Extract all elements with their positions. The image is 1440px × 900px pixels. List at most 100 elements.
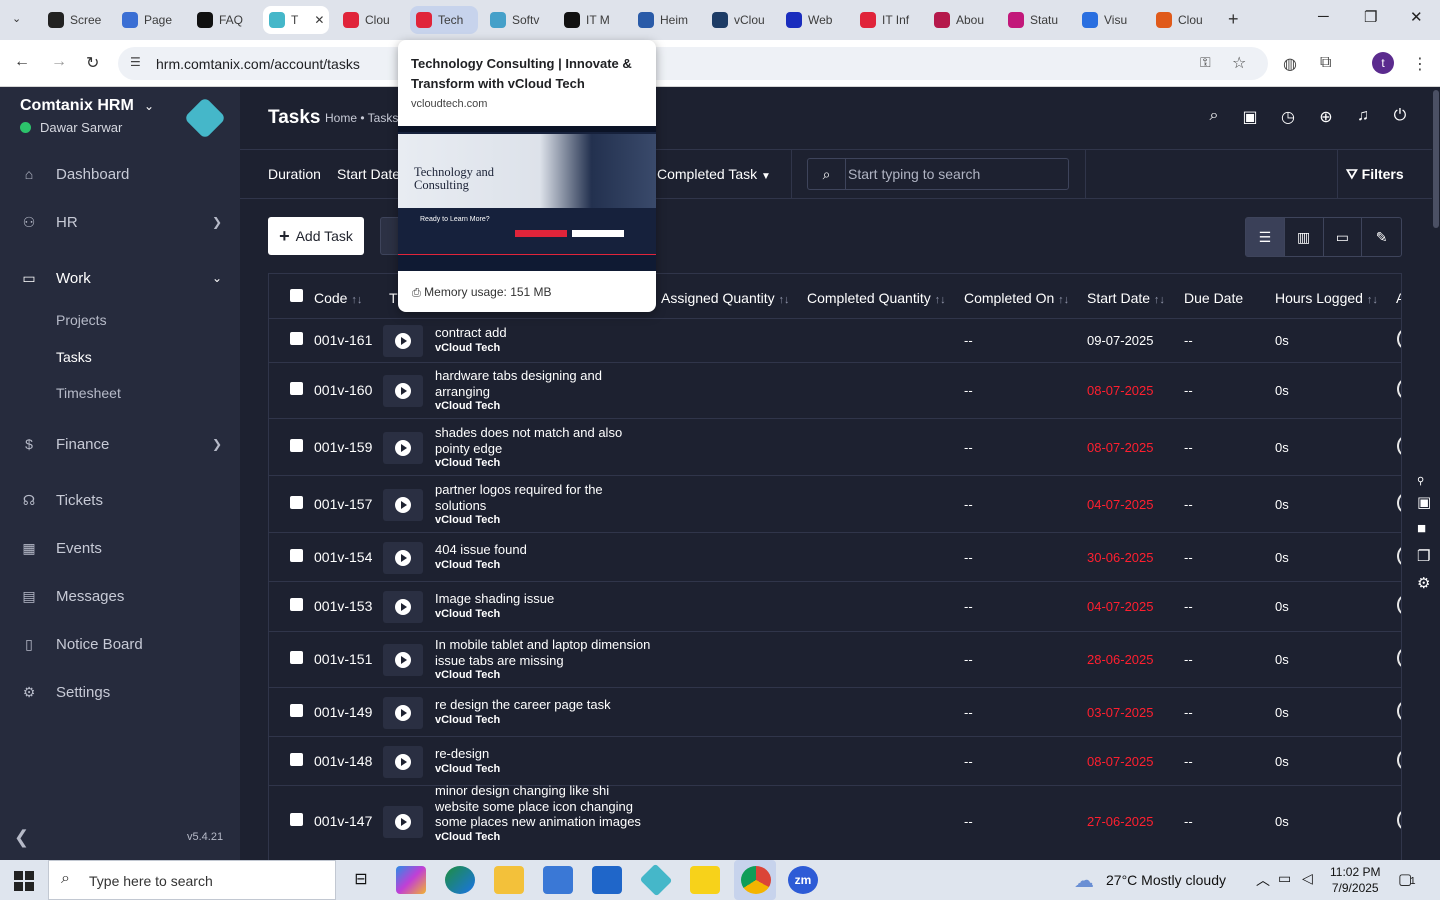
table-row[interactable]: 001v-147 minor design changing like shi w… [269, 783, 1401, 857]
show-hidden-icons-icon[interactable]: ︿ [1256, 870, 1270, 890]
browser-tab[interactable]: vClou [706, 6, 774, 34]
camera-icon[interactable]: ▣ [1417, 493, 1431, 511]
close-window-icon[interactable]: ✕ [1410, 8, 1423, 26]
table-row[interactable]: 001v-160 hardware tabs designing and arra… [269, 362, 1401, 418]
weather-text[interactable]: 27°C Mostly cloudy [1106, 872, 1226, 888]
start-timer-button[interactable] [383, 806, 423, 838]
sidebar-item-hr[interactable]: ⚇ HR ❯ [0, 202, 240, 242]
sidebar-subitem-tasks[interactable]: Tasks [56, 349, 92, 365]
search-icon[interactable]: ⌕ [1204, 107, 1224, 127]
zoom-icon[interactable]: zm [788, 866, 818, 894]
minimize-icon[interactable]: ─ [1318, 8, 1329, 25]
task-project[interactable]: vCloud Tech [435, 607, 655, 623]
browser-tab[interactable]: Heim [632, 6, 700, 34]
back-icon[interactable]: ← [14, 53, 30, 71]
task-code[interactable]: 001v-149 [314, 704, 372, 720]
start-timer-button[interactable] [383, 325, 423, 357]
list-view-icon[interactable]: ☰ [1246, 218, 1285, 256]
menu-kebab-icon[interactable]: ⋮ [1412, 54, 1428, 74]
browser-tab[interactable]: Tech [410, 6, 478, 34]
search-icon[interactable]: ⌕ [808, 159, 846, 189]
select-all-checkbox[interactable] [290, 289, 303, 302]
task-name[interactable]: re-design vCloud Tech [435, 746, 655, 777]
task-code[interactable]: 001v-153 [314, 598, 372, 614]
column-header-task[interactable]: T [389, 290, 398, 306]
chrome-icon[interactable] [741, 866, 771, 894]
video-icon[interactable]: ■ [1417, 520, 1426, 537]
task-project[interactable]: vCloud Tech [435, 513, 655, 529]
collapse-sidebar-icon[interactable]: ❮ [14, 827, 29, 848]
hrm-app-icon[interactable] [639, 863, 673, 897]
task-code[interactable]: 001v-161 [314, 332, 372, 348]
sidebar-item-notice-board[interactable]: ▯ Notice Board [0, 624, 240, 664]
network-icon[interactable]: ▭ [1278, 870, 1291, 887]
sidebar-item-settings[interactable]: ⚙ Settings [0, 672, 240, 712]
task-project[interactable]: vCloud Tech [435, 762, 655, 778]
task-title[interactable]: In mobile tablet and laptop dimension is… [435, 637, 650, 668]
task-code[interactable]: 001v-159 [314, 439, 372, 455]
screen-recorder-icon[interactable]: ⚲ [1417, 476, 1424, 487]
row-actions-button[interactable] [1397, 594, 1401, 616]
system-clock[interactable]: 11:02 PM 7/9/2025 [1330, 864, 1380, 896]
sidebar-item-tickets[interactable]: ☊ Tickets [0, 480, 240, 520]
task-code[interactable]: 001v-157 [314, 496, 372, 512]
sticky-note-icon[interactable]: ▣ [1240, 107, 1260, 127]
column-header-assigned-quantity[interactable]: Assigned Quantity ↑↓ [661, 290, 790, 306]
row-actions-button[interactable] [1397, 700, 1401, 722]
bell-icon[interactable]: ♫ [1353, 107, 1373, 127]
browser-tab[interactable]: Clou [1150, 6, 1218, 34]
browser-tab[interactable]: Clou [337, 6, 405, 34]
kanban-view-icon[interactable]: ▥ [1285, 218, 1324, 256]
store-icon[interactable] [543, 866, 573, 894]
start-timer-button[interactable] [383, 375, 423, 407]
task-project[interactable]: vCloud Tech [435, 456, 655, 472]
table-row[interactable]: 001v-154 404 issue found vCloud Tech -- 30-0… [269, 532, 1401, 581]
profile-avatar[interactable]: t [1372, 52, 1394, 74]
task-name[interactable]: shades does not match and also pointy ed… [435, 425, 655, 472]
sidebar-item-finance[interactable]: $ Finance ❯ [0, 424, 240, 464]
breadcrumb[interactable]: Home • Tasks [325, 111, 398, 125]
file-explorer-icon[interactable] [494, 866, 524, 894]
browser-tab[interactable]: IT M [558, 6, 626, 34]
omnibox[interactable]: ☰ hrm.comtanix.com/account/tasks ⚿ ☆ [118, 47, 1268, 80]
sidebar-item-events[interactable]: ▦ Events [0, 528, 240, 568]
sidebar-item-dashboard[interactable]: ⌂ Dashboard [0, 154, 240, 194]
reload-icon[interactable]: ↻ [86, 53, 99, 73]
task-title[interactable]: 404 issue found [435, 542, 527, 557]
extensions-icon[interactable]: ⧉ [1320, 54, 1331, 72]
column-header-due-date[interactable]: Due Date [1184, 290, 1243, 306]
task-code[interactable]: 001v-148 [314, 753, 372, 769]
pin-icon[interactable]: ✎ [1362, 218, 1401, 256]
sticky-notes-icon[interactable] [690, 866, 720, 894]
column-header-code[interactable]: Code ↑↓ [314, 290, 362, 306]
browser-tab[interactable]: Scree [42, 6, 112, 34]
browser-tab[interactable]: Abou [928, 6, 996, 34]
table-row[interactable]: 001v-157 partner logos required for the s… [269, 475, 1401, 532]
weather-cloud-icon[interactable]: ☁ [1074, 868, 1094, 893]
browser-tab[interactable]: T ✕ [263, 6, 329, 34]
password-key-icon[interactable]: ⚿ [1200, 54, 1211, 71]
table-row[interactable]: 001v-161 contract add vCloud Tech -- 09-07-2… [269, 318, 1401, 362]
task-name[interactable]: In mobile tablet and laptop dimension is… [435, 637, 655, 684]
row-actions-button[interactable] [1397, 435, 1401, 457]
sidebar-subitem-projects[interactable]: Projects [56, 312, 107, 328]
start-timer-button[interactable] [383, 697, 423, 729]
task-project[interactable]: vCloud Tech [435, 341, 655, 357]
browser-tab[interactable]: Page [116, 6, 186, 34]
row-checkbox[interactable] [290, 651, 303, 664]
row-actions-button[interactable] [1397, 378, 1401, 400]
row-checkbox[interactable] [290, 598, 303, 611]
gear-icon[interactable]: ⚙ [1417, 574, 1430, 592]
translate-icon[interactable]: ◍ [1283, 54, 1297, 74]
row-actions-button[interactable] [1397, 492, 1401, 514]
start-timer-button[interactable] [383, 746, 423, 778]
column-header-completed-on[interactable]: Completed On ↑↓ [964, 290, 1069, 306]
table-row[interactable]: 001v-159 shades does not match and also p… [269, 418, 1401, 475]
task-name[interactable]: contract add vCloud Tech [435, 325, 655, 356]
task-project[interactable]: vCloud Tech [435, 668, 655, 684]
tab-search-icon[interactable]: ⌄ [12, 12, 21, 25]
row-actions-button[interactable] [1397, 809, 1401, 831]
sidebar-subitem-timesheet[interactable]: Timesheet [56, 385, 121, 401]
url-text[interactable]: hrm.comtanix.com/account/tasks [156, 56, 360, 72]
task-code[interactable]: 001v-147 [314, 813, 372, 829]
